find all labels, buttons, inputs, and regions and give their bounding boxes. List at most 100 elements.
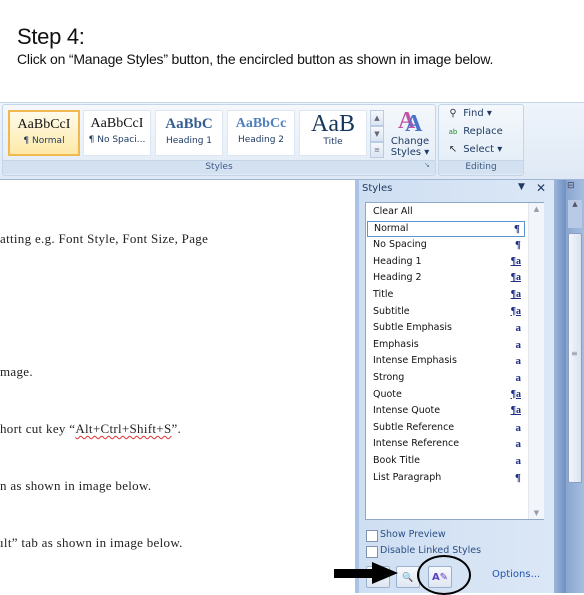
gallery-scroll-up[interactable]: ▲ <box>370 110 384 126</box>
change-styles-icon: AA <box>398 108 423 137</box>
find-label: Find ▾ <box>463 108 492 119</box>
style-list-item[interactable]: Clear All <box>367 204 525 220</box>
style-list-item[interactable]: Emphasis a <box>367 337 525 353</box>
pane-menu-icon[interactable]: ▼ <box>518 182 525 192</box>
style-list-item[interactable]: Subtitle ¶a <box>367 304 525 320</box>
show-preview-checkbox[interactable] <box>366 530 378 542</box>
style-tile-heading-2[interactable]: AaBbCc Heading 2 <box>227 110 295 156</box>
character-style-icon: a <box>515 322 522 335</box>
style-name: No Spacing <box>373 239 427 251</box>
style-name: Subtle Reference <box>373 421 455 433</box>
doc-line: n as shown in image below. <box>0 478 152 493</box>
select-button[interactable]: ↖ Select ▾ <box>446 142 502 158</box>
doc-text: hort cut key “ <box>0 421 76 436</box>
style-inspector-icon: 🔍 <box>402 573 414 583</box>
tile-label: Heading 1 <box>165 136 213 146</box>
style-list-item[interactable]: Book Title a <box>367 453 525 469</box>
replace-button[interactable]: ab Replace <box>446 124 503 140</box>
doc-line: mage. <box>0 364 33 379</box>
split-icon[interactable]: ⊟ <box>567 181 575 191</box>
list-scroll-up-icon[interactable]: ▲ <box>529 205 544 213</box>
paragraph-style-icon: ¶ <box>514 222 520 235</box>
style-list-item[interactable]: Strong a <box>367 370 525 386</box>
select-label: Select ▾ <box>463 144 503 155</box>
style-name: Title <box>373 289 394 300</box>
annotation-arrow-icon <box>372 562 398 584</box>
style-name: Heading 2 <box>373 272 422 284</box>
character-style-icon: a <box>515 438 522 451</box>
scroll-thumb[interactable] <box>568 233 582 483</box>
tile-sample: AaBbC <box>165 116 213 132</box>
style-list-item[interactable]: Normal ¶ <box>367 220 525 237</box>
styles-list-scrollbar[interactable]: ▲ ▼ <box>528 203 544 519</box>
style-name: Subtle Emphasis <box>373 322 452 334</box>
tile-sample: AaB <box>311 111 355 137</box>
style-name: Clear All <box>373 206 413 217</box>
character-style-icon: a <box>515 421 522 434</box>
paragraph-style-icon: ¶ <box>515 471 521 484</box>
list-scroll-down-icon[interactable]: ▼ <box>529 509 544 517</box>
disable-linked-styles-checkbox[interactable] <box>366 546 378 558</box>
style-list-item[interactable]: Intense Quote ¶a <box>367 403 525 419</box>
styles-dialog-launcher-icon[interactable]: ↘ <box>424 161 430 169</box>
gallery-more[interactable]: ≡ <box>370 142 384 158</box>
grip-icon: ≡ <box>571 349 578 358</box>
character-style-icon: a <box>515 338 522 351</box>
change-styles-label-2: Styles ▾ <box>390 147 430 158</box>
linked-style-icon: ¶a <box>510 272 521 284</box>
style-list-item[interactable]: Subtle Reference a <box>367 420 525 436</box>
tile-sample: AaBbCcI <box>90 116 144 131</box>
style-list-item[interactable]: Heading 2 ¶a <box>367 270 525 286</box>
style-name: Normal <box>374 222 409 234</box>
gallery-scroll-down[interactable]: ▼ <box>370 126 384 142</box>
close-icon[interactable]: ✕ <box>536 181 546 195</box>
style-list-item[interactable]: Subtle Emphasis a <box>367 320 525 336</box>
binoculars-icon: ⚲ <box>449 108 457 119</box>
annotation-arrow-shaft <box>334 569 376 578</box>
show-preview-label: Show Preview <box>380 529 446 540</box>
style-tile-title[interactable]: AaB Title <box>299 110 367 156</box>
style-list-item[interactable]: Intense Reference a <box>367 436 525 452</box>
style-name: Emphasis <box>373 338 419 350</box>
style-tile-no-spacing[interactable]: AaBbCcI ¶ No Spaci... <box>83 110 151 156</box>
style-list-item[interactable]: Intense Emphasis a <box>367 353 525 369</box>
options-link[interactable]: Options... <box>492 569 540 580</box>
style-name: Intense Emphasis <box>373 355 457 367</box>
scroll-up-button[interactable]: ▲ <box>568 200 582 228</box>
character-style-icon: a <box>515 372 522 384</box>
character-style-icon: a <box>515 355 522 368</box>
tile-sample: AaBbCc <box>235 116 287 131</box>
styles-pane-title: Styles <box>362 183 393 194</box>
doc-text: ”. <box>171 421 182 436</box>
spelling-error-text: Alt+Ctrl+Shift+S <box>75 421 172 436</box>
replace-label: Replace <box>463 126 503 137</box>
style-list-item[interactable]: No Spacing ¶ <box>367 237 525 253</box>
style-list-item[interactable]: Heading 1 ¶a <box>367 254 525 270</box>
cursor-icon: ↖ <box>448 144 458 155</box>
doc-line: ılt” tab as shown in image below. <box>0 535 183 550</box>
editing-group-label: Editing <box>439 160 523 174</box>
step-description: Click on “Manage Styles” button, the enc… <box>17 51 494 67</box>
style-list-item[interactable]: List Paragraph ¶ <box>367 470 525 486</box>
style-name: Heading 1 <box>373 255 422 267</box>
find-button[interactable]: ⚲ Find ▾ <box>446 106 492 122</box>
tile-label: ¶ No Spaci... <box>88 135 146 145</box>
tile-sample: AaBbCcI <box>17 117 71 132</box>
style-name: Intense Quote <box>373 405 441 417</box>
tile-label: ¶ Normal <box>23 136 65 146</box>
paragraph-style-icon: ¶ <box>515 239 521 252</box>
style-name: Quote <box>373 388 402 400</box>
style-name: Subtitle <box>373 305 410 317</box>
style-tile-normal[interactable]: AaBbCcI ¶ Normal <box>8 110 80 156</box>
style-list-item[interactable]: Title ¶a <box>367 287 525 303</box>
annotation-circle <box>417 555 471 595</box>
doc-line: hort cut key “Alt+Ctrl+Shift+S”. <box>0 421 181 437</box>
style-name: Intense Reference <box>373 438 460 450</box>
scroll-up-icon: ▲ <box>572 200 578 208</box>
step-title: Step 4: <box>17 24 85 49</box>
style-tile-heading-1[interactable]: AaBbC Heading 1 <box>155 110 223 156</box>
change-styles-button[interactable]: AA Change Styles ▾ <box>388 108 432 162</box>
disable-linked-styles-label: Disable Linked Styles <box>380 545 482 556</box>
style-list-item[interactable]: Quote ¶a <box>367 387 525 403</box>
tile-label: Title <box>323 137 343 147</box>
